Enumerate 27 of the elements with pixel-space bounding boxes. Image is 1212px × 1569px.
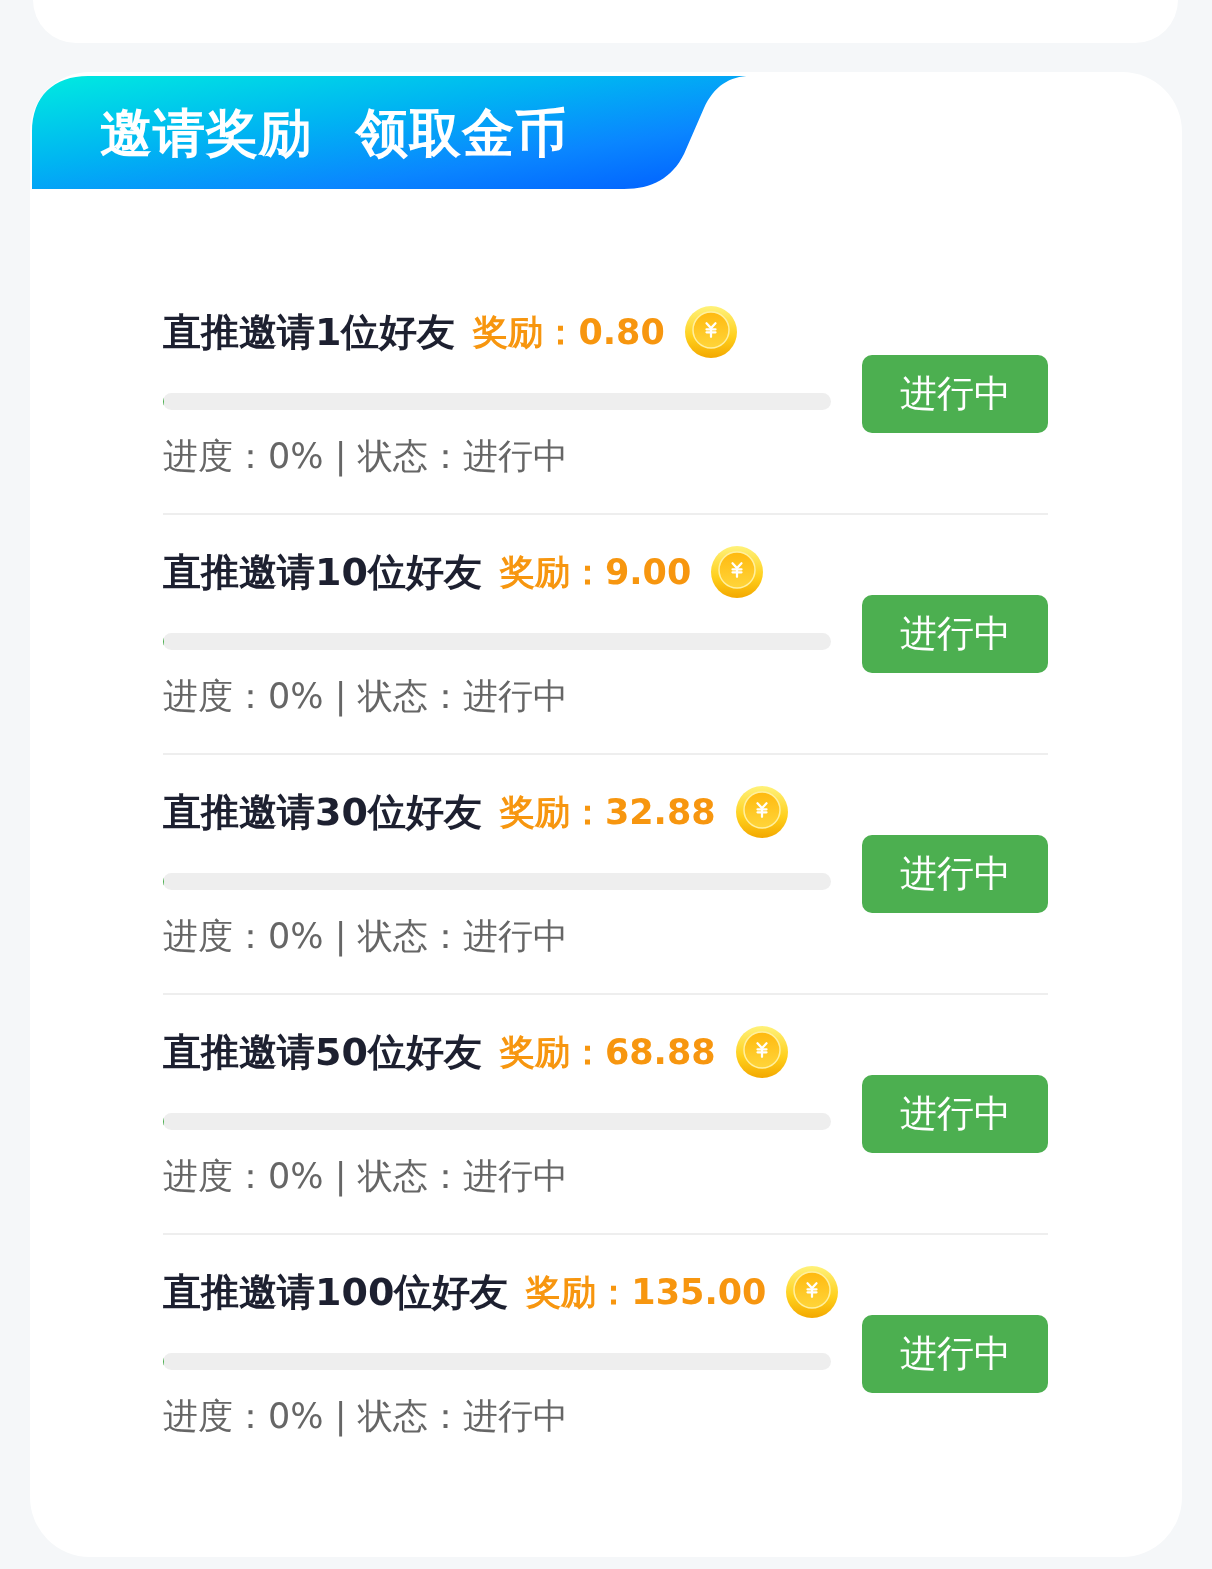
progress-status: 进度：0% | 状态：进行中 [163,1155,569,1199]
reward-amount: 奖励：68.88 [499,1031,716,1074]
coin-icon [786,1266,839,1318]
coin-icon [684,306,737,358]
status-button[interactable]: 进行中 [862,835,1048,913]
task-title: 直推邀请100位好友 [163,1269,509,1316]
coin-icon [711,546,764,598]
task-title: 直推邀请10位好友 [163,549,482,596]
reward-amount: 奖励：32.88 [499,791,716,834]
task-title: 直推邀请50位好友 [163,1029,482,1076]
banner-title: 邀请奖励 [100,102,312,163]
coin-icon [735,1026,788,1078]
status-button[interactable]: 进行中 [862,1315,1048,1393]
banner-subtitle: 领取金币 [356,102,568,163]
status-button[interactable]: 进行中 [862,355,1048,433]
task-title: 直推邀请1位好友 [163,309,456,356]
progress-status: 进度：0% | 状态：进行中 [163,435,569,479]
reward-amount: 奖励：9.00 [499,551,692,594]
coin-icon [735,786,788,838]
progress-status: 进度：0% | 状态：进行中 [163,915,569,959]
progress-status: 进度：0% | 状态：进行中 [163,1395,569,1439]
task-title: 直推邀请30位好友 [163,789,482,836]
status-button[interactable]: 进行中 [862,1075,1048,1153]
reward-amount: 奖励：0.80 [473,311,665,354]
progress-status: 进度：0% | 状态：进行中 [163,675,569,719]
status-button[interactable]: 进行中 [862,595,1048,673]
reward-amount: 奖励：135.00 [526,1271,767,1314]
